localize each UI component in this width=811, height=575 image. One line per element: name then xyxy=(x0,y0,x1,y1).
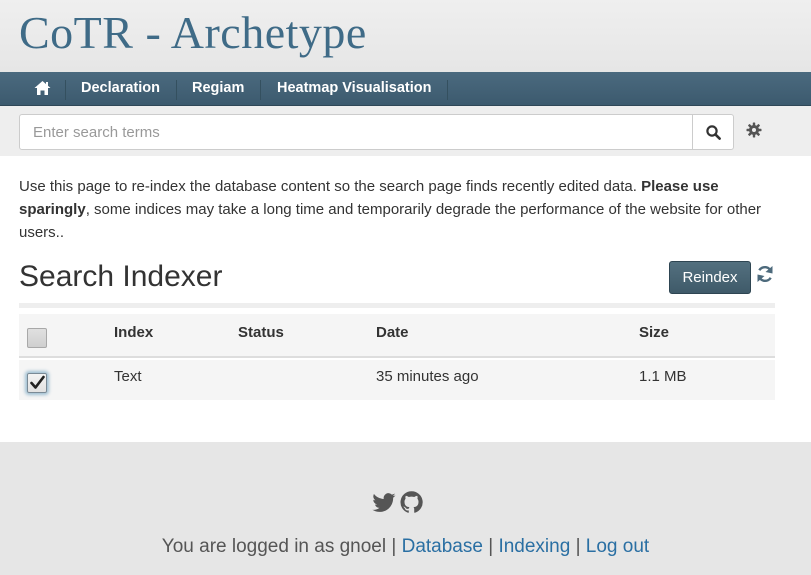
site-title[interactable]: CoTR - Archetype xyxy=(19,6,367,59)
refresh-icon[interactable] xyxy=(755,264,775,284)
nav-divider xyxy=(260,80,261,100)
footer-separator: | xyxy=(570,536,586,557)
logged-in-text: You are logged in as gnoel xyxy=(161,536,387,557)
home-icon[interactable] xyxy=(34,80,51,96)
nav-item-regiam[interactable]: Regiam xyxy=(192,72,244,106)
social-links xyxy=(372,491,424,513)
page-title: Search Indexer xyxy=(19,260,223,293)
nav-divider xyxy=(447,80,448,100)
cell-date: 35 minutes ago xyxy=(376,368,479,385)
footer-link-database[interactable]: Database xyxy=(402,536,483,557)
cell-size: 1.1 MB xyxy=(639,368,687,385)
search-icon xyxy=(706,125,721,140)
search-button[interactable] xyxy=(692,114,734,150)
checkmark-icon xyxy=(30,375,45,389)
nav-divider xyxy=(176,80,177,100)
intro-text-end: , some indices may take a long time and … xyxy=(19,201,762,241)
footer-separator: | xyxy=(386,536,402,557)
cell-index: Text xyxy=(114,368,142,385)
nav-item-declaration[interactable]: Declaration xyxy=(81,72,160,106)
nav-item-heatmap-visualisation[interactable]: Heatmap Visualisation xyxy=(277,72,431,106)
row-checkbox[interactable] xyxy=(27,373,47,393)
column-header-date[interactable]: Date xyxy=(376,324,409,341)
search-input[interactable] xyxy=(19,114,693,150)
site-header: CoTR - Archetype xyxy=(0,0,811,72)
footer-link-log-out[interactable]: Log out xyxy=(586,536,649,557)
twitter-icon[interactable] xyxy=(372,493,396,513)
footer-separator: | xyxy=(482,536,499,557)
gear-icon[interactable] xyxy=(746,122,762,138)
footer-status: You are logged in as gnoel | Database | … xyxy=(0,536,811,558)
select-all-checkbox[interactable] xyxy=(27,328,47,348)
intro-text-start: Use this page to re-index the database c… xyxy=(19,178,642,195)
search-bar xyxy=(0,106,811,156)
column-header-index[interactable]: Index xyxy=(114,324,153,341)
reindex-button[interactable]: Reindex xyxy=(669,261,751,294)
table-row: Text 35 minutes ago 1.1 MB xyxy=(19,360,775,400)
footer: You are logged in as gnoel | Database | … xyxy=(0,442,811,575)
column-header-status[interactable]: Status xyxy=(238,324,284,341)
intro-text: Use this page to re-index the database c… xyxy=(19,175,779,244)
title-divider xyxy=(19,303,775,308)
nav-divider xyxy=(65,80,66,100)
github-icon[interactable] xyxy=(400,491,423,513)
column-header-size[interactable]: Size xyxy=(639,324,669,341)
footer-link-indexing[interactable]: Indexing xyxy=(498,536,570,557)
main-navbar: Declaration Regiam Heatmap Visualisation xyxy=(0,72,811,106)
table-header-row: Index Status Date Size xyxy=(19,314,775,358)
